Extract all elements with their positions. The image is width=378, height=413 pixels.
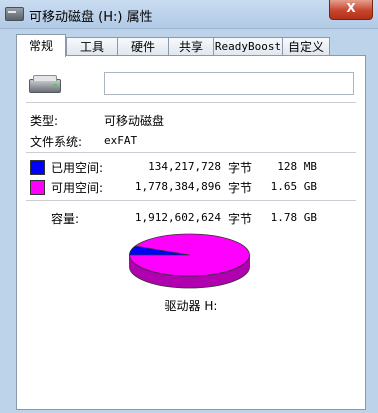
tab-general[interactable]: 常规 [16,34,66,57]
drive-label: 驱动器 H: [164,299,218,313]
filesystem-label: 文件系统: [30,135,83,149]
capacity-bytes: 1,912,602,624 [134,211,221,224]
tab-hardware[interactable]: 硬件 [117,37,169,56]
used-space-swatch [30,160,45,175]
general-panel: 类型: 可移动磁盘 文件系统: exFAT 已用空间: 134,217,728 … [16,55,366,410]
tab-tools[interactable]: 工具 [66,37,118,56]
divider [26,102,356,103]
title-bar: 可移动磁盘 (H:) 属性 X [0,0,378,29]
filesystem-value: exFAT [104,134,138,147]
tab-strip: 常规 工具 硬件 共享 ReadyBoost 自定义 [16,34,366,57]
removable-drive-icon [29,75,61,93]
free-space-swatch [30,180,45,195]
capacity-label: 容量: [51,212,80,226]
tab-readyboost[interactable]: ReadyBoost [213,37,283,56]
capacity-unit: 字节 [228,212,253,226]
free-space-label: 可用空间: [51,181,104,195]
used-space-label: 已用空间: [51,161,104,175]
free-space-unit: 字节 [228,181,253,195]
tab-customize[interactable]: 自定义 [282,37,330,56]
type-value: 可移动磁盘 [104,114,165,128]
tab-sharing[interactable]: 共享 [168,37,214,56]
window-title: 可移动磁盘 (H:) 属性 [29,10,153,25]
divider [26,200,356,201]
disk-usage-pie [129,233,250,289]
volume-name-field[interactable] [104,72,354,95]
close-button[interactable]: X [329,0,373,20]
divider [26,152,356,153]
drive-icon [5,7,24,21]
capacity-size: 1.78 GB [270,211,317,224]
used-space-bytes: 134,217,728 [148,160,221,173]
type-label: 类型: [30,114,59,128]
used-space-size: 128 MB [277,160,317,173]
free-space-bytes: 1,778,384,896 [134,180,221,193]
free-space-size: 1.65 GB [270,180,317,193]
used-space-unit: 字节 [228,161,253,175]
